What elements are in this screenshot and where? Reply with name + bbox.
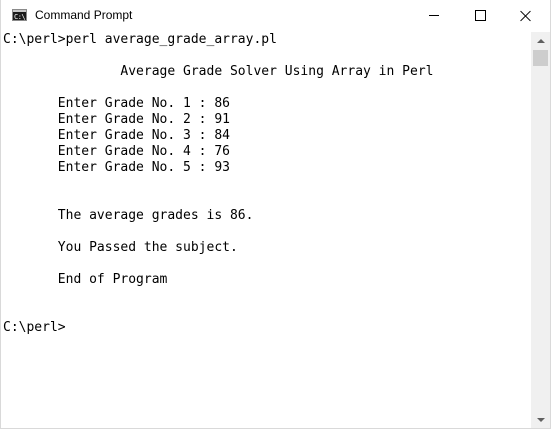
console-line: End of Program bbox=[3, 272, 168, 287]
console-line: C:\perl>perl average_grade_array.pl bbox=[3, 32, 277, 47]
scroll-up-button[interactable] bbox=[531, 32, 550, 49]
scroll-down-button[interactable] bbox=[531, 411, 550, 428]
console-line: The average grades is 86. bbox=[3, 208, 254, 223]
close-button[interactable] bbox=[503, 0, 549, 31]
minimize-button[interactable] bbox=[411, 0, 457, 31]
console-line: Average Grade Solver Using Array in Perl bbox=[3, 64, 434, 79]
title-bar[interactable]: C:\ Command Prompt bbox=[1, 0, 550, 32]
scroll-thumb[interactable] bbox=[533, 50, 548, 66]
chevron-down-icon bbox=[536, 417, 545, 422]
maximize-icon bbox=[474, 10, 486, 21]
console-line: Enter Grade No. 2 : 91 bbox=[3, 112, 230, 127]
minimize-icon bbox=[429, 15, 439, 16]
vertical-scrollbar[interactable] bbox=[531, 32, 550, 428]
console-line: Enter Grade No. 5 : 93 bbox=[3, 160, 230, 175]
command-prompt-window: C:\ Command Prompt C:\perl>perl average_… bbox=[0, 0, 551, 429]
window-title: Command Prompt bbox=[35, 8, 133, 22]
icon-title-bar bbox=[13, 10, 26, 12]
chevron-up-icon bbox=[536, 38, 545, 43]
console-prompt: C:\perl> bbox=[3, 320, 66, 335]
console-line: Enter Grade No. 1 : 86 bbox=[3, 96, 230, 111]
console-line: You Passed the subject. bbox=[3, 240, 238, 255]
console-line: Enter Grade No. 3 : 84 bbox=[3, 128, 230, 143]
console-line: Enter Grade No. 4 : 76 bbox=[3, 144, 230, 159]
icon-glyph: C:\ bbox=[14, 13, 26, 21]
maximize-button[interactable] bbox=[457, 0, 503, 31]
console-output[interactable]: C:\perl>perl average_grade_array.pl Aver… bbox=[1, 32, 531, 428]
close-icon bbox=[520, 10, 532, 22]
cmd-icon[interactable]: C:\ bbox=[12, 9, 27, 21]
